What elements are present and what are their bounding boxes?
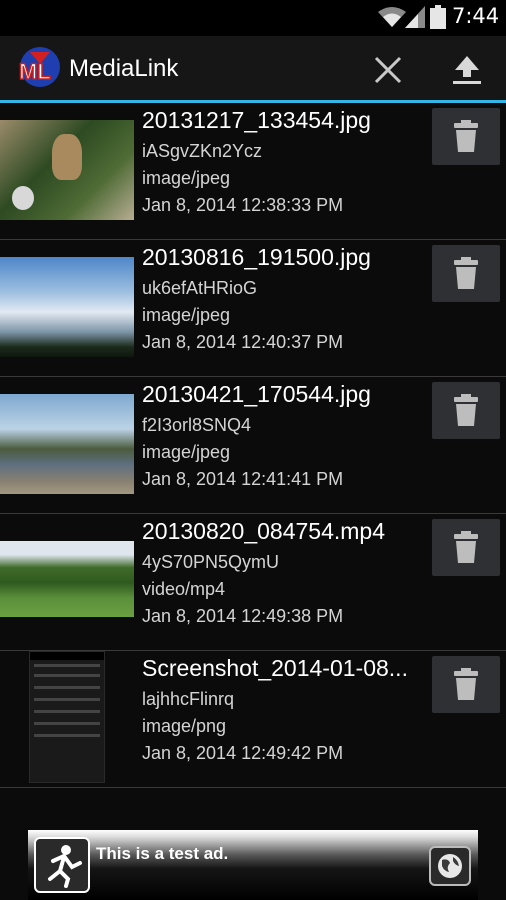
thumbnail xyxy=(0,257,134,357)
file-name: 20130820_084754.mp4 xyxy=(142,518,386,544)
trash-icon xyxy=(454,394,478,426)
trash-icon xyxy=(454,257,478,289)
delete-button[interactable] xyxy=(432,656,500,713)
file-id: f2I3orl8SNQ4 xyxy=(142,415,252,435)
file-date: Jan 8, 2014 12:41:41 PM xyxy=(142,469,344,489)
delete-button[interactable] xyxy=(432,519,500,576)
svg-text:ML: ML xyxy=(19,59,51,84)
ad-text: This is a test ad. xyxy=(96,844,229,863)
file-name: 20131217_133454.jpg xyxy=(142,107,371,133)
file-date: Jan 8, 2014 12:40:37 PM xyxy=(142,332,344,352)
clock: 7:44 xyxy=(452,4,500,28)
thumbnail xyxy=(0,541,134,617)
trash-icon xyxy=(454,668,478,700)
status-bar: 7:44 xyxy=(0,0,506,36)
trash-icon xyxy=(454,531,478,563)
list-item[interactable]: Screenshot_2014-01-08... lajhhcFlinrq im… xyxy=(0,651,506,788)
file-mime: image/jpeg xyxy=(142,442,231,462)
wifi-icon xyxy=(378,7,406,27)
thumbnail xyxy=(29,651,105,783)
app-logo-icon: ML xyxy=(18,47,60,87)
file-date: Jan 8, 2014 12:49:42 PM xyxy=(142,743,344,763)
file-id: 4yS70PN5QymU xyxy=(142,552,280,572)
thumbnail xyxy=(0,120,134,220)
file-id: lajhhcFlinrq xyxy=(142,689,235,709)
trash-icon xyxy=(454,120,478,152)
close-icon xyxy=(374,56,402,84)
battery-icon xyxy=(430,5,446,29)
globe-icon xyxy=(438,854,462,878)
file-name: 20130816_191500.jpg xyxy=(142,244,371,270)
upload-icon xyxy=(453,56,481,84)
file-mime: video/mp4 xyxy=(142,579,226,599)
file-mime: image/jpeg xyxy=(142,305,231,325)
file-id: uk6efAtHRioG xyxy=(142,278,258,298)
ad-banner[interactable]: This is a test ad. xyxy=(28,830,478,900)
file-name: Screenshot_2014-01-08... xyxy=(142,655,408,681)
file-name: 20130421_170544.jpg xyxy=(142,381,371,407)
list-item[interactable]: 20131217_133454.jpg iASgvZKn2Ycz image/j… xyxy=(0,103,506,240)
row-divider xyxy=(0,787,506,788)
file-mime: image/jpeg xyxy=(142,168,231,188)
close-button[interactable] xyxy=(366,48,410,92)
file-date: Jan 8, 2014 12:49:38 PM xyxy=(142,606,344,626)
upload-button[interactable] xyxy=(445,48,489,92)
app-title: MediaLink xyxy=(69,55,179,82)
delete-button[interactable] xyxy=(432,108,500,165)
action-bar: ML MediaLink xyxy=(0,36,506,100)
file-date: Jan 8, 2014 12:38:33 PM xyxy=(142,195,344,215)
list-item[interactable]: 20130816_191500.jpg uk6efAtHRioG image/j… xyxy=(0,240,506,377)
list-item[interactable]: 20130421_170544.jpg f2I3orl8SNQ4 image/j… xyxy=(0,377,506,514)
delete-button[interactable] xyxy=(432,245,500,302)
list-item[interactable]: 20130820_084754.mp4 4yS70PN5QymU video/m… xyxy=(0,514,506,651)
globe-button[interactable] xyxy=(429,846,471,886)
thumbnail xyxy=(0,394,134,494)
ad-runner-icon xyxy=(34,837,90,893)
signal-icon xyxy=(405,6,425,28)
file-mime: image/png xyxy=(142,716,227,736)
delete-button[interactable] xyxy=(432,382,500,439)
file-id: iASgvZKn2Ycz xyxy=(142,141,263,161)
